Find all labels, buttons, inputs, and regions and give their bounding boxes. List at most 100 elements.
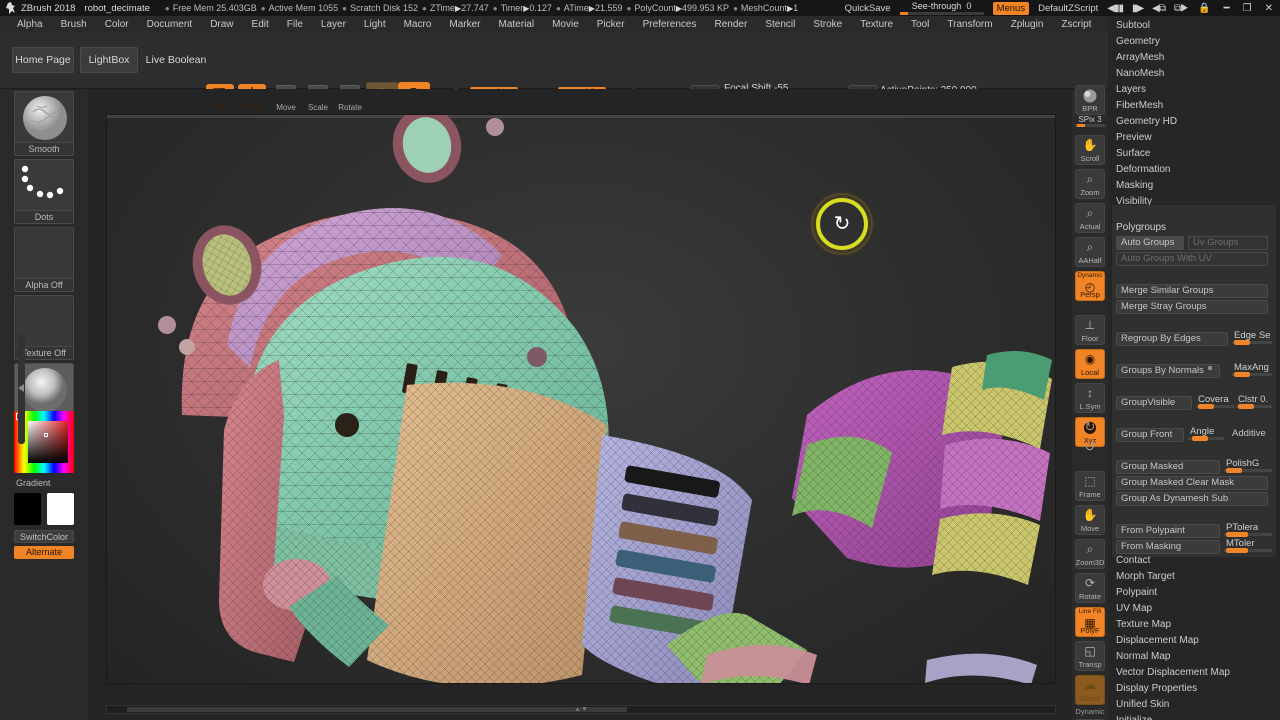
menu-item-color[interactable]: Color xyxy=(96,17,138,32)
menu-item-tool[interactable]: Tool xyxy=(902,17,938,32)
rail-button-actual[interactable]: ⌕ Actual xyxy=(1075,203,1105,233)
m-tolerance-slider[interactable]: MToler xyxy=(1224,538,1272,554)
group-masked-button[interactable]: Group Masked xyxy=(1116,460,1220,474)
palette-item-masking[interactable]: Masking xyxy=(1116,180,1153,191)
menu-item-zscript[interactable]: Zscript xyxy=(1052,17,1100,32)
menu-item-light[interactable]: Light xyxy=(355,17,395,32)
palette-item-arraymesh[interactable]: ArrayMesh xyxy=(1116,52,1164,63)
palette-item-morph-target[interactable]: Morph Target xyxy=(1116,571,1175,582)
rail-button-move[interactable]: ✋ Move xyxy=(1075,505,1105,535)
menu-item-file[interactable]: File xyxy=(278,17,312,32)
rail-button-l-sym[interactable]: ↕ L.Sym xyxy=(1075,383,1105,413)
canvas-horizontal-scrollbar[interactable]: ▲▼ xyxy=(106,705,1056,714)
zscript-next-icon[interactable]: ▮▶ xyxy=(1132,3,1144,14)
rail-button-scroll[interactable]: ✋ Scroll xyxy=(1075,135,1105,165)
palette-item-unified-skin[interactable]: Unified Skin xyxy=(1116,699,1169,710)
palette-item-preview[interactable]: Preview xyxy=(1116,132,1152,143)
cluster-slider[interactable]: Clstr 0. xyxy=(1236,394,1272,410)
menu-item-draw[interactable]: Draw xyxy=(201,17,242,32)
restore-icon[interactable]: ❐ xyxy=(1241,3,1254,14)
viewport-canvas[interactable]: ↻ xyxy=(106,114,1056,684)
main-color-swatch[interactable] xyxy=(14,493,41,525)
rail-button-rotate[interactable]: ⟳ Rotate xyxy=(1075,573,1105,603)
tab-live-boolean[interactable]: Live Boolean xyxy=(142,47,210,73)
interface-store-icon[interactable]: ⧉▶ xyxy=(1174,3,1188,14)
menu-item-picker[interactable]: Picker xyxy=(588,17,634,32)
palette-item-nanomesh[interactable]: NanoMesh xyxy=(1116,68,1164,79)
menu-item-marker[interactable]: Marker xyxy=(440,17,489,32)
group-front-button[interactable]: Group Front xyxy=(1116,428,1184,442)
coverage-slider[interactable]: Covera xyxy=(1196,394,1234,410)
palette-item-texture-map[interactable]: Texture Map xyxy=(1116,619,1171,630)
alpha-picker[interactable]: Alpha Off xyxy=(14,227,74,292)
color-square[interactable] xyxy=(28,421,68,463)
palette-item-normal-map[interactable]: Normal Map xyxy=(1116,651,1170,662)
menu-item-macro[interactable]: Macro xyxy=(395,17,441,32)
spix-knob[interactable] xyxy=(1077,124,1085,127)
palette-item-vector-displacement-map[interactable]: Vector Displacement Map xyxy=(1116,667,1230,678)
rail-button-ghost[interactable]: ☁ Ghost xyxy=(1075,675,1105,705)
tray-expand-handle[interactable] xyxy=(18,334,25,444)
brush-picker[interactable]: Smooth xyxy=(14,91,74,156)
menu-item-texture[interactable]: Texture xyxy=(851,17,902,32)
zscript-prev-icon[interactable]: ◀▮▮ xyxy=(1107,3,1124,14)
group-masked-clear-mask-button[interactable]: Group Masked Clear Mask xyxy=(1116,476,1268,490)
rail-mirror-icon[interactable]: ↻ xyxy=(1075,419,1105,435)
palette-item-contact[interactable]: Contact xyxy=(1116,555,1150,566)
merge-similar-groups-button[interactable]: Merge Similar Groups xyxy=(1116,284,1268,298)
max-angle-knob[interactable] xyxy=(1234,372,1250,377)
angle-knob[interactable] xyxy=(1192,436,1208,441)
palette-item-geometry-hd[interactable]: Geometry HD xyxy=(1116,116,1177,127)
rail-button-polyf[interactable]: Line Fill ▦ PolyF xyxy=(1075,607,1105,637)
menu-item-edit[interactable]: Edit xyxy=(243,17,278,32)
menu-item-document[interactable]: Document xyxy=(138,17,202,32)
palette-item-geometry[interactable]: Geometry xyxy=(1116,36,1160,47)
rail-button-local[interactable]: ◉ Local xyxy=(1075,349,1105,379)
quicksave-button[interactable]: QuickSave xyxy=(845,3,891,14)
switch-color-button[interactable]: SwitchColor xyxy=(14,530,74,543)
tab-lightbox[interactable]: LightBox xyxy=(80,47,138,73)
menus-button[interactable]: Menus xyxy=(992,1,1030,15)
spix-slider[interactable]: SPix 3 xyxy=(1075,115,1105,127)
merge-stray-groups-button[interactable]: Merge Stray Groups xyxy=(1116,300,1268,314)
palette-item-surface[interactable]: Surface xyxy=(1116,148,1150,159)
menu-item-movie[interactable]: Movie xyxy=(543,17,588,32)
coverage-knob[interactable] xyxy=(1198,404,1214,409)
tab-home-page[interactable]: Home Page xyxy=(12,47,74,73)
max-angle-slider[interactable]: MaxAng xyxy=(1232,362,1272,378)
rail-button-zoom3d[interactable]: ⌕ Zoom3D xyxy=(1075,539,1105,569)
palette-item-layers[interactable]: Layers xyxy=(1116,84,1146,95)
palette-item-deformation[interactable]: Deformation xyxy=(1116,164,1170,175)
edge-sensitivity-knob[interactable] xyxy=(1234,340,1250,345)
see-through-slider[interactable]: See-through 0 xyxy=(899,1,984,15)
group-visible-button[interactable]: GroupVisible xyxy=(1116,396,1192,410)
lock-icon[interactable]: 🔒 xyxy=(1196,3,1212,14)
group-as-dynamesh-sub-button[interactable]: Group As Dynamesh Sub xyxy=(1116,492,1268,506)
rail-button-aahalf[interactable]: ⌕ AAHalf xyxy=(1075,237,1105,267)
regroup-by-edges-button[interactable]: Regroup By Edges xyxy=(1116,332,1228,346)
alternate-button[interactable]: Alternate xyxy=(14,546,74,559)
auto-groups-with-uv-button[interactable]: Auto Groups With UV xyxy=(1116,252,1268,266)
secondary-color-swatch[interactable] xyxy=(47,493,74,525)
palette-item-display-properties[interactable]: Display Properties xyxy=(1116,683,1197,694)
color-swatches[interactable] xyxy=(14,493,74,525)
menu-item-layer[interactable]: Layer xyxy=(312,17,355,32)
edge-sensitivity-slider[interactable]: Edge Se xyxy=(1232,330,1272,346)
groups-by-normals-button[interactable]: Groups By Normals xyxy=(1116,364,1220,378)
menu-item-material[interactable]: Material xyxy=(490,17,544,32)
palette-item-subtool[interactable]: Subtool xyxy=(1116,20,1150,31)
bpr-button[interactable]: BPR xyxy=(1075,85,1105,115)
interface-layout-icon[interactable]: ◀⧉ xyxy=(1152,3,1166,14)
stroke-picker[interactable]: Dots xyxy=(14,159,74,224)
rail-mirror-alt-icon[interactable]: ↺ xyxy=(1075,439,1105,455)
p-tolerance-knob[interactable] xyxy=(1226,532,1248,537)
from-masking-button[interactable]: From Masking xyxy=(1116,540,1220,554)
close-icon[interactable]: ✕ xyxy=(1263,3,1275,14)
rail-button-frame[interactable]: ⬚ Frame xyxy=(1075,471,1105,501)
zscript-label[interactable]: DefaultZScript xyxy=(1038,3,1098,14)
angle-slider[interactable]: Angle xyxy=(1188,426,1224,442)
menu-item-brush[interactable]: Brush xyxy=(52,17,96,32)
rail-button-floor[interactable]: ⊥ Floor xyxy=(1075,315,1105,345)
palette-item-uv-map[interactable]: UV Map xyxy=(1116,603,1152,614)
palette-item-polypaint[interactable]: Polypaint xyxy=(1116,587,1157,598)
